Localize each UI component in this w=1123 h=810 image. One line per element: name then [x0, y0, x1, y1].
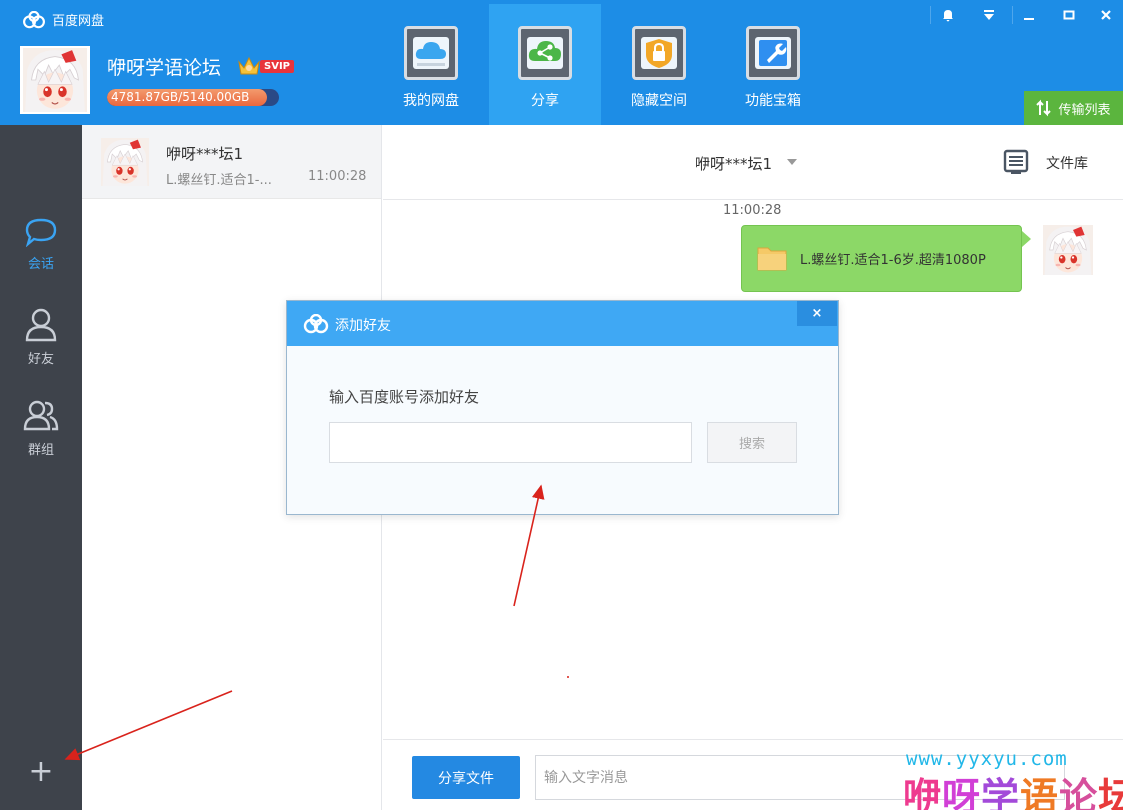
folder-icon	[757, 247, 787, 271]
watermark-char: 坛	[1098, 775, 1123, 810]
rail-item-label: 会话	[27, 257, 54, 272]
transfer-list-label: 传输列表	[1058, 102, 1111, 118]
tab-my-drive[interactable]: 我的网盘	[375, 4, 487, 125]
conversation-preview: L.螺丝钉.适合1-...	[166, 173, 272, 188]
avatar-image	[22, 48, 88, 112]
tab-label: 分享	[531, 93, 559, 109]
list-item[interactable]: 咿呀***坛1 L.螺丝钉.适合1-... 11:00:28	[82, 125, 381, 199]
tab-toolbox[interactable]: 功能宝箱	[717, 4, 829, 125]
transfer-list-button[interactable]: 传输列表	[1024, 91, 1123, 125]
menu-icon[interactable]	[972, 2, 1006, 28]
maximize-icon[interactable]	[1052, 2, 1086, 28]
watermark-title: 咿呀学语论坛	[903, 766, 1123, 810]
svip-badge: SVIP	[260, 60, 294, 73]
tab-label: 隐藏空间	[631, 93, 687, 109]
crown-icon	[238, 56, 260, 75]
profile-name[interactable]: 咿呀学语论坛	[107, 53, 221, 80]
cloud-drive-icon	[404, 26, 458, 80]
left-rail: 会话 好友 群组 +	[0, 125, 82, 810]
account-search-input[interactable]	[329, 422, 692, 463]
message-timestamp: 11:00:28	[723, 203, 782, 218]
tab-hidden-space[interactable]: 隐藏空间	[603, 4, 715, 125]
shared-folder-message[interactable]: L.螺丝钉.适合1-6岁.超清1080P	[741, 225, 1022, 292]
rail-item-friends[interactable]: 好友	[0, 306, 82, 367]
app-title-text: 百度网盘	[52, 14, 105, 29]
watermark-char: 论	[1059, 775, 1099, 810]
close-icon[interactable]	[1089, 2, 1123, 28]
avatar	[101, 138, 149, 186]
bell-icon[interactable]	[931, 2, 965, 28]
top-header: 百度网盘 咿呀学语论坛 SVIP 4781.87GB/5140.00GB 我的网…	[0, 0, 1123, 125]
add-friend-dialog: 添加好友 × 输入百度账号添加好友 搜索	[286, 300, 839, 515]
tab-share[interactable]: 分享	[489, 4, 601, 125]
profile-avatar[interactable]	[20, 46, 90, 114]
tab-label: 我的网盘	[403, 93, 459, 109]
dialog-header: 添加好友 ×	[287, 301, 838, 346]
dialog-prompt: 输入百度账号添加好友	[329, 388, 480, 406]
shared-file-name: L.螺丝钉.适合1-6岁.超清1080P	[800, 253, 986, 268]
search-button[interactable]: 搜索	[707, 422, 797, 463]
watermark-char: 呀	[942, 775, 982, 810]
add-button[interactable]: +	[28, 757, 54, 787]
storage-quota-bar: 4781.87GB/5140.00GB	[107, 89, 279, 106]
conversation-name: 咿呀***坛1	[166, 145, 244, 163]
watermark-char: 学	[981, 775, 1021, 810]
transfer-icon	[1036, 99, 1052, 117]
person-icon	[25, 308, 57, 342]
chat-bubble-icon	[25, 218, 57, 247]
file-library-icon[interactable]	[1003, 149, 1029, 175]
rail-item-groups[interactable]: 群组	[0, 397, 82, 458]
file-library-label[interactable]: 文件库	[1046, 153, 1088, 173]
watermark-char: 语	[1020, 775, 1060, 810]
minimize-icon[interactable]	[1012, 2, 1046, 28]
rail-item-label: 好友	[27, 352, 54, 367]
baidu-cloud-logo-icon	[303, 314, 329, 334]
wrench-toolbox-icon	[746, 26, 800, 80]
baidu-cloud-logo-icon	[22, 11, 46, 29]
lock-icon	[632, 26, 686, 80]
bubble-tail	[1022, 231, 1031, 247]
quota-text: 4781.87GB/5140.00GB	[111, 90, 250, 104]
rail-item-conversations[interactable]: 会话	[0, 217, 82, 272]
app-title: 百度网盘	[22, 10, 104, 29]
chat-title[interactable]: 咿呀***坛1	[695, 153, 772, 174]
watermark-char: 咿	[903, 775, 943, 810]
share-file-button[interactable]: 分享文件	[412, 756, 520, 799]
conversation-time: 11:00:28	[308, 169, 367, 184]
tab-label: 功能宝箱	[745, 93, 801, 109]
rail-item-label: 群组	[27, 443, 54, 458]
dialog-title: 添加好友	[335, 318, 391, 334]
group-icon	[23, 400, 59, 431]
chevron-down-icon[interactable]	[787, 159, 797, 165]
avatar	[1043, 225, 1093, 275]
chat-header: 咿呀***坛1 文件库	[383, 125, 1123, 200]
close-button[interactable]: ×	[797, 301, 837, 326]
share-icon	[518, 26, 572, 80]
